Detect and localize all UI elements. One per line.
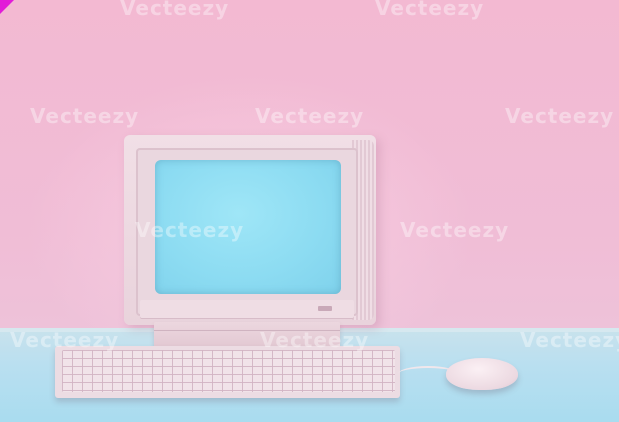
computer-mouse [446,358,518,390]
watermark: Vecteezy [505,104,615,128]
watermark: Vecteezy [255,104,365,128]
power-button [318,306,332,311]
keyboard-keys [62,350,395,392]
watermark: Vecteezy [135,218,245,242]
watermark: Vecteezy [375,0,485,20]
watermark: Vecteezy [400,218,510,242]
watermark: Vecteezy [120,0,230,20]
photo-scene: Vecteezy Vecteezy Vecteezy Vecteezy Vect… [0,0,619,422]
watermark: Vecteezy [260,328,370,352]
watermark: Vecteezy [30,104,140,128]
corner-mark [0,0,14,14]
watermark: Vecteezy [520,328,619,352]
watermark: Vecteezy [10,328,120,352]
